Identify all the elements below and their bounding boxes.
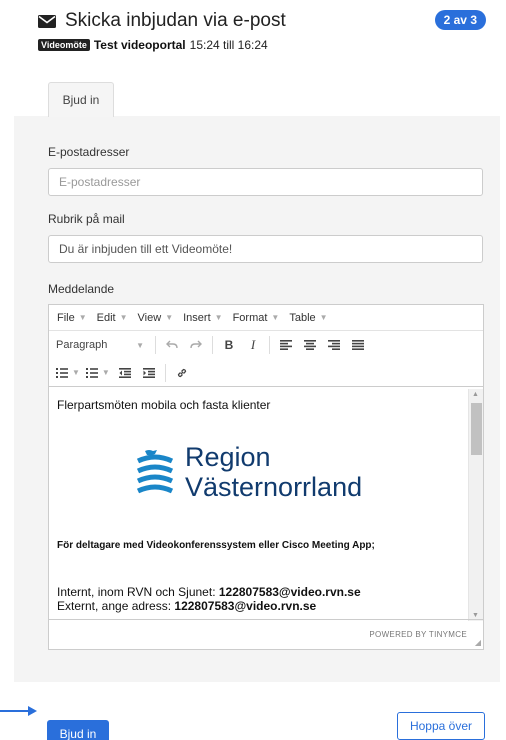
toolbar-divider (164, 363, 166, 382)
toolbar-divider (155, 336, 156, 354)
editor-menubar: File ▼ Edit ▼ View ▼ Insert ▼ Format ▼ Table ▼ (49, 305, 483, 331)
title-row: Skicka inbjudan via e-post (38, 8, 488, 34)
bullet-list-icon[interactable]: ▼ (56, 363, 80, 383)
rich-text-editor: File ▼ Edit ▼ View ▼ Insert ▼ Format ▼ Table ▼… (48, 304, 484, 650)
menu-insert[interactable]: Insert ▼ (183, 312, 222, 324)
editor-toolbar-row-2: ▼ ▼ (49, 359, 483, 387)
paragraph-select[interactable]: Paragraph ▼ (56, 335, 148, 355)
editor-toolbar-row-1: Paragraph ▼ B I (49, 331, 483, 359)
italic-icon[interactable]: I (244, 335, 262, 355)
chevron-down-icon: ▼ (271, 313, 280, 322)
link-icon[interactable] (173, 363, 191, 383)
email-input[interactable] (48, 168, 483, 196)
subject-label: Rubrik på mail (48, 212, 125, 226)
menu-format[interactable]: Format ▼ (233, 312, 280, 324)
scrollbar-thumb[interactable] (471, 403, 482, 455)
outdent-icon[interactable] (116, 363, 134, 383)
align-right-icon[interactable] (325, 335, 343, 355)
editor-content[interactable]: Flerpartsmöten mobila och fasta klienter… (49, 389, 469, 621)
message-label: Meddelande (48, 282, 115, 296)
region-logo: Region Västernorrland (135, 442, 461, 502)
menu-edit[interactable]: Edit ▼ (97, 312, 128, 324)
skip-button[interactable]: Hoppa över (397, 712, 485, 740)
align-justify-icon[interactable] (349, 335, 367, 355)
indent-icon[interactable] (140, 363, 158, 383)
undo-icon[interactable] (163, 335, 181, 355)
scroll-up-icon[interactable]: ▲ (472, 391, 479, 398)
toolbar-divider (269, 336, 270, 354)
chevron-down-icon: ▼ (165, 313, 174, 322)
external-address-line: Externt, ange adress: 122807583@video.rv… (57, 599, 317, 613)
meeting-info: Videomöte Test videoportal 15:24 till 16… (38, 38, 488, 52)
chevron-down-icon: ▼ (136, 340, 144, 350)
editor-statusbar: POWERED BY TINYMCE (49, 619, 483, 649)
chevron-down-icon: ▼ (72, 368, 80, 377)
meeting-time: 15:24 till 16:24 (189, 38, 268, 52)
powered-by-label: POWERED BY TINYMCE (369, 630, 467, 639)
page-title: Skicka inbjudan via e-post (65, 10, 286, 31)
numbered-list-icon[interactable]: ▼ (85, 363, 110, 383)
tab-invite[interactable]: Bjud in (48, 82, 114, 117)
meeting-type-badge: Videomöte (38, 39, 90, 51)
redo-icon[interactable] (187, 335, 205, 355)
menu-table[interactable]: Table ▼ (289, 312, 327, 324)
chevron-down-icon: ▼ (78, 313, 87, 322)
arrow-icon (0, 706, 37, 716)
chevron-down-icon: ▼ (319, 313, 328, 322)
dialog-header: Skicka inbjudan via e-post 2 av 3 Videom… (38, 8, 488, 52)
region-logo-text: Region Västernorrland (185, 442, 363, 502)
invite-button[interactable]: Bjud in (47, 720, 109, 740)
bold-icon[interactable]: B (220, 335, 238, 355)
scroll-down-icon[interactable]: ▼ (472, 612, 479, 619)
region-logo-icon (136, 450, 174, 494)
editor-scrollbar[interactable]: ▲ ▼ (468, 389, 483, 621)
step-badge: 2 av 3 (434, 10, 486, 30)
subject-input[interactable] (48, 235, 483, 263)
participants-heading: För deltagare med Videokonferenssystem e… (57, 540, 375, 551)
chevron-down-icon: ▼ (119, 313, 128, 322)
chevron-down-icon: ▼ (214, 313, 223, 322)
chevron-down-icon: ▼ (101, 368, 110, 377)
menu-view[interactable]: View ▼ (138, 312, 174, 324)
meeting-title: Test videoportal (93, 38, 186, 52)
menu-file[interactable]: File ▼ (57, 312, 87, 324)
resize-handle-icon[interactable]: ◢ (475, 638, 481, 647)
content-heading: Flerpartsmöten mobila och fasta klienter (57, 398, 271, 412)
align-center-icon[interactable] (301, 335, 319, 355)
align-left-icon[interactable] (277, 335, 295, 355)
internal-address-line: Internt, inom RVN och Sjunet: 122807583@… (57, 585, 361, 599)
toolbar-divider (212, 336, 213, 354)
email-label: E-postadresser (48, 145, 130, 159)
envelope-icon (38, 14, 56, 28)
